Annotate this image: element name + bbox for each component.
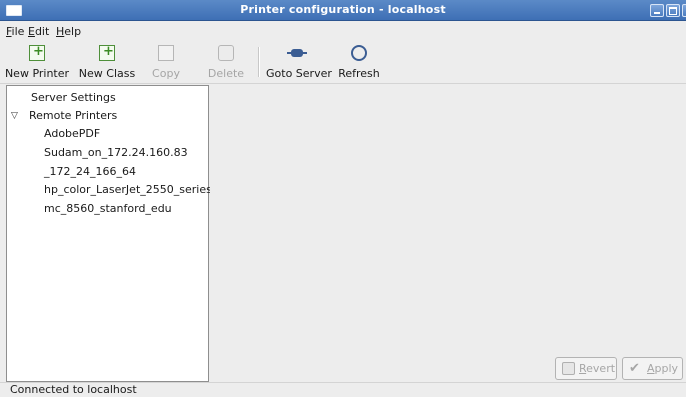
apply-label: Apply <box>647 362 679 375</box>
tree-item-server-settings[interactable]: Server Settings <box>31 91 116 104</box>
maximize-icon[interactable] <box>666 4 680 17</box>
copy-icon <box>158 45 174 61</box>
status-text: Connected to localhost <box>10 383 137 396</box>
tree-item-printer[interactable]: _172_24_166_64 <box>44 165 136 178</box>
tree-item-printer[interactable]: mc_8560_stanford_edu <box>44 202 172 215</box>
printer-config-window: Printer configuration - localhost File E… <box>0 0 686 397</box>
new-class-icon <box>99 44 115 61</box>
server-connect-icon <box>287 45 307 61</box>
tree-item-printer[interactable]: hp_color_LaserJet_2550_series <box>44 183 212 196</box>
menu-file[interactable]: File <box>6 25 24 38</box>
goto-server-button[interactable]: Goto Server <box>266 45 332 81</box>
new-printer-button[interactable]: New Printer <box>2 44 72 81</box>
title-bar[interactable]: Printer configuration - localhost <box>0 0 686 21</box>
window-title: Printer configuration - localhost <box>240 3 446 16</box>
toolbar-separator <box>258 47 260 77</box>
toolbar: New Printer New Class Copy Delete Goto S… <box>0 41 686 84</box>
copy-button[interactable]: Copy <box>148 45 184 81</box>
apply-check-icon: ✔ <box>629 361 640 376</box>
detail-pane <box>210 85 686 382</box>
delete-button[interactable]: Delete <box>206 45 246 81</box>
delete-icon <box>218 45 234 61</box>
menu-edit[interactable]: Edit <box>28 25 49 38</box>
apply-button[interactable]: ✔ Apply <box>622 357 683 380</box>
refresh-icon <box>351 45 367 61</box>
status-bar: Connected to localhost <box>0 382 686 397</box>
new-class-button[interactable]: New Class <box>78 44 136 81</box>
new-printer-icon <box>29 44 45 61</box>
tree-item-printer[interactable]: Sudam_on_172.24.160.83 <box>44 146 188 159</box>
revert-button[interactable]: Revert <box>555 357 617 380</box>
close-icon[interactable] <box>682 4 686 17</box>
revert-icon <box>562 362 575 375</box>
refresh-button[interactable]: Refresh <box>338 45 380 81</box>
minimize-icon[interactable] <box>650 4 664 17</box>
revert-label: Revert <box>579 362 616 375</box>
menu-help[interactable]: Help <box>56 25 81 38</box>
menu-bar: File Edit Help <box>0 21 686 41</box>
tree-item-printer[interactable]: AdobePDF <box>44 127 100 140</box>
tree-item-remote-printers[interactable]: Remote Printers <box>29 109 117 122</box>
printer-tree[interactable]: Server Settings ▽ Remote Printers AdobeP… <box>6 85 212 382</box>
expander-arrow-icon[interactable]: ▽ <box>11 111 18 121</box>
